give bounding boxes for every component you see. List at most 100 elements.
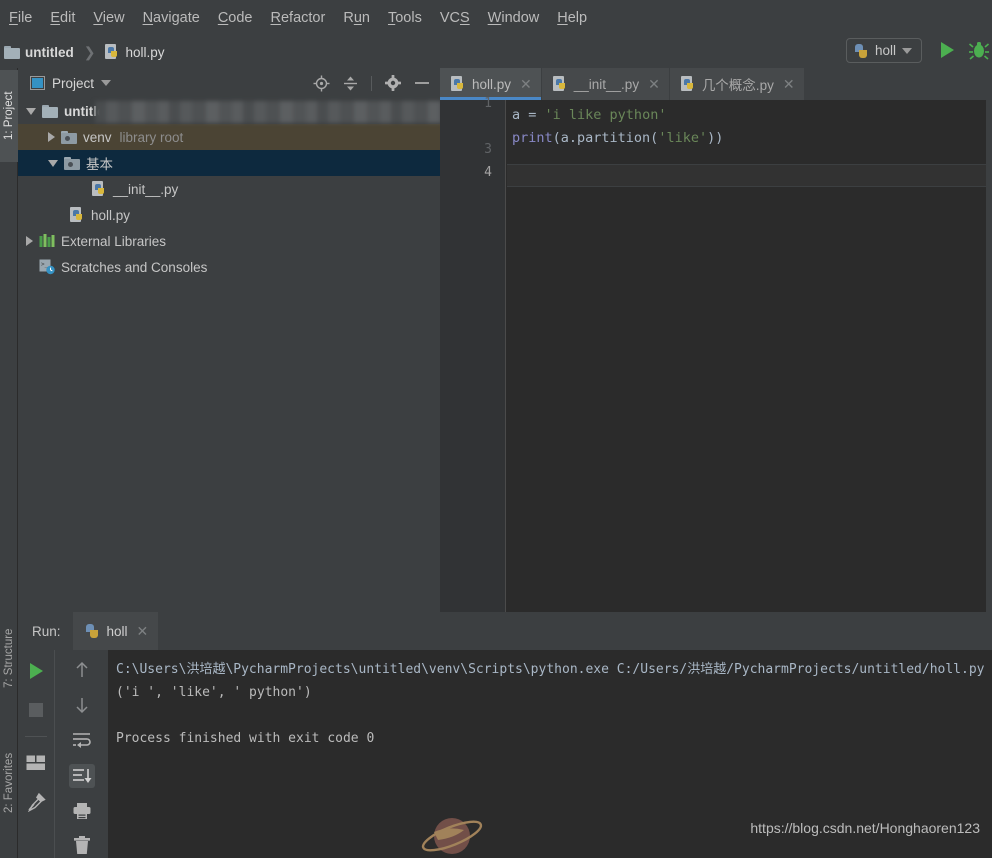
tree-node-sublabel: library root: [119, 129, 184, 145]
code-string: 'like': [658, 130, 708, 146]
menu-item-vcs[interactable]: VCS: [431, 7, 479, 29]
code-text[interactable]: a = 'i like python' print(a.partition('l…: [507, 100, 992, 612]
code-line-1: a = 'i like python': [512, 104, 992, 127]
line-number-gutter: 1 3 4: [440, 96, 506, 612]
menu-item-run[interactable]: Run: [334, 7, 379, 29]
stop-button[interactable]: [23, 697, 49, 723]
toolbar-divider: [371, 75, 372, 91]
run-toolbar-left: [18, 650, 54, 858]
console-exit-message: Process finished with exit code 0: [116, 731, 375, 746]
hide-icon[interactable]: [414, 76, 430, 90]
scroll-to-end-icon: [72, 768, 91, 783]
tool-window-tab-project[interactable]: 1: Project: [0, 70, 18, 162]
tool-window-tab-favorites-label: 2: Favorites: [3, 752, 15, 814]
scratches-icon: >_: [39, 259, 55, 275]
run-button[interactable]: [941, 42, 954, 58]
up-arrow-icon: [75, 662, 88, 678]
breadcrumb-separator: ❯: [83, 43, 96, 60]
chevron-down-icon[interactable]: [26, 107, 36, 115]
menu-item-view[interactable]: View: [84, 7, 133, 29]
editor-tab-label: __init__.py: [573, 76, 640, 92]
run-panel-header: Run: holl ✕: [18, 612, 992, 650]
chevron-down-icon[interactable]: [101, 80, 112, 86]
tree-node-init-py[interactable]: __init__.py: [18, 176, 440, 202]
tool-window-tab-favorites[interactable]: 2: Favorites: [0, 728, 18, 838]
close-icon[interactable]: ✕: [520, 76, 532, 93]
next-occurrence-button[interactable]: [69, 693, 95, 717]
menu-item-file[interactable]: File: [0, 7, 41, 29]
menu-bar: File Edit View Navigate Code Refactor Ru…: [0, 0, 992, 36]
project-panel-scrollbar[interactable]: [18, 605, 440, 612]
menu-item-edit[interactable]: Edit: [41, 7, 84, 29]
tree-node-venv[interactable]: venv library root: [18, 124, 440, 150]
folder-source-icon: [61, 130, 77, 144]
layout-button[interactable]: [23, 750, 49, 776]
tool-window-tab-structure[interactable]: 7: Structure: [0, 608, 18, 708]
chevron-down-icon[interactable]: [48, 159, 58, 167]
code-string: 'i like python': [544, 107, 667, 123]
editor-tab-gaijian-py[interactable]: 几个概念.py ✕: [669, 68, 805, 100]
folder-source-icon: [64, 156, 80, 170]
debug-button[interactable]: [968, 40, 990, 63]
python-icon: [854, 43, 869, 59]
project-tool-window: Project untitled venv library root 基本 __…: [18, 68, 440, 612]
locate-icon[interactable]: [313, 75, 330, 92]
navigation-bar: untitled ❯ holl.py: [0, 36, 992, 68]
clear-all-button[interactable]: [69, 834, 95, 858]
pin-icon: [27, 793, 46, 812]
scroll-to-end-button[interactable]: [68, 763, 95, 788]
breadcrumb-file[interactable]: holl.py: [125, 45, 164, 60]
menu-item-refactor[interactable]: Refactor: [262, 7, 335, 29]
run-configuration-selector[interactable]: holl: [845, 38, 922, 63]
previous-occurrence-button[interactable]: [69, 658, 95, 682]
menu-item-window[interactable]: Window: [479, 7, 549, 29]
line-number-current: 4: [484, 165, 492, 180]
code-editor[interactable]: 1 3 4 a = 'i like python' print(a.partit…: [440, 96, 992, 612]
code-var-a: a: [512, 107, 521, 123]
menu-item-help[interactable]: Help: [548, 7, 596, 29]
toolbar-divider: [25, 736, 47, 737]
soft-wrap-button[interactable]: [69, 728, 95, 752]
tree-node-holl-py[interactable]: holl.py: [18, 202, 440, 228]
gear-icon[interactable]: [385, 75, 401, 91]
python-file-icon: [552, 76, 568, 92]
down-arrow-icon: [75, 698, 88, 714]
run-panel-tab-holl[interactable]: holl ✕: [72, 612, 159, 650]
folder-icon: [4, 45, 20, 59]
rerun-button[interactable]: [23, 658, 49, 684]
left-tool-strip: 1: Project 7: Structure 2: Favorites: [0, 68, 18, 858]
print-button[interactable]: [69, 799, 95, 823]
menu-item-code[interactable]: Code: [209, 7, 262, 29]
code-operator: =: [520, 107, 545, 123]
libraries-icon: [39, 233, 55, 247]
tree-node-external-libraries[interactable]: External Libraries: [18, 228, 440, 254]
bug-icon: [968, 42, 990, 60]
editor-tab-init-py[interactable]: __init__.py ✕: [541, 68, 670, 100]
tree-node-jiben[interactable]: 基本: [18, 150, 440, 176]
chevron-right-icon[interactable]: [26, 236, 33, 246]
python-icon: [85, 623, 100, 639]
tool-window-tab-project-label: 1: Project: [3, 91, 15, 141]
tree-node-label: holl.py: [91, 207, 131, 223]
menu-item-navigate[interactable]: Navigate: [134, 7, 209, 29]
python-file-icon: [105, 44, 120, 60]
project-tree: untitled venv library root 基本 __init__.p…: [18, 98, 440, 280]
tree-node-scratches[interactable]: >_ Scratches and Consoles: [18, 254, 440, 280]
python-file-icon: [680, 76, 696, 92]
close-icon[interactable]: ✕: [783, 76, 795, 93]
chevron-right-icon[interactable]: [48, 132, 55, 142]
editor-area: holl.py ✕ __init__.py ✕ 几个概念.py ✕ 1 3 4 …: [440, 68, 992, 612]
breadcrumb-project[interactable]: untitled: [25, 45, 74, 60]
tree-node-label: venv: [83, 129, 112, 145]
close-icon[interactable]: ✕: [648, 76, 660, 93]
menu-item-tools[interactable]: Tools: [379, 7, 431, 29]
breadcrumb: untitled ❯ holl.py: [4, 44, 165, 61]
pin-button[interactable]: [23, 789, 49, 815]
code-keyword-print: print: [512, 130, 553, 146]
code-closing-parens: )): [707, 130, 724, 146]
chevron-down-icon[interactable]: [902, 47, 912, 54]
close-icon[interactable]: ✕: [137, 623, 149, 640]
project-panel-title: Project: [52, 75, 95, 91]
editor-tab-bar: holl.py ✕ __init__.py ✕ 几个概念.py ✕: [440, 68, 992, 100]
collapse-all-icon[interactable]: [343, 75, 358, 92]
